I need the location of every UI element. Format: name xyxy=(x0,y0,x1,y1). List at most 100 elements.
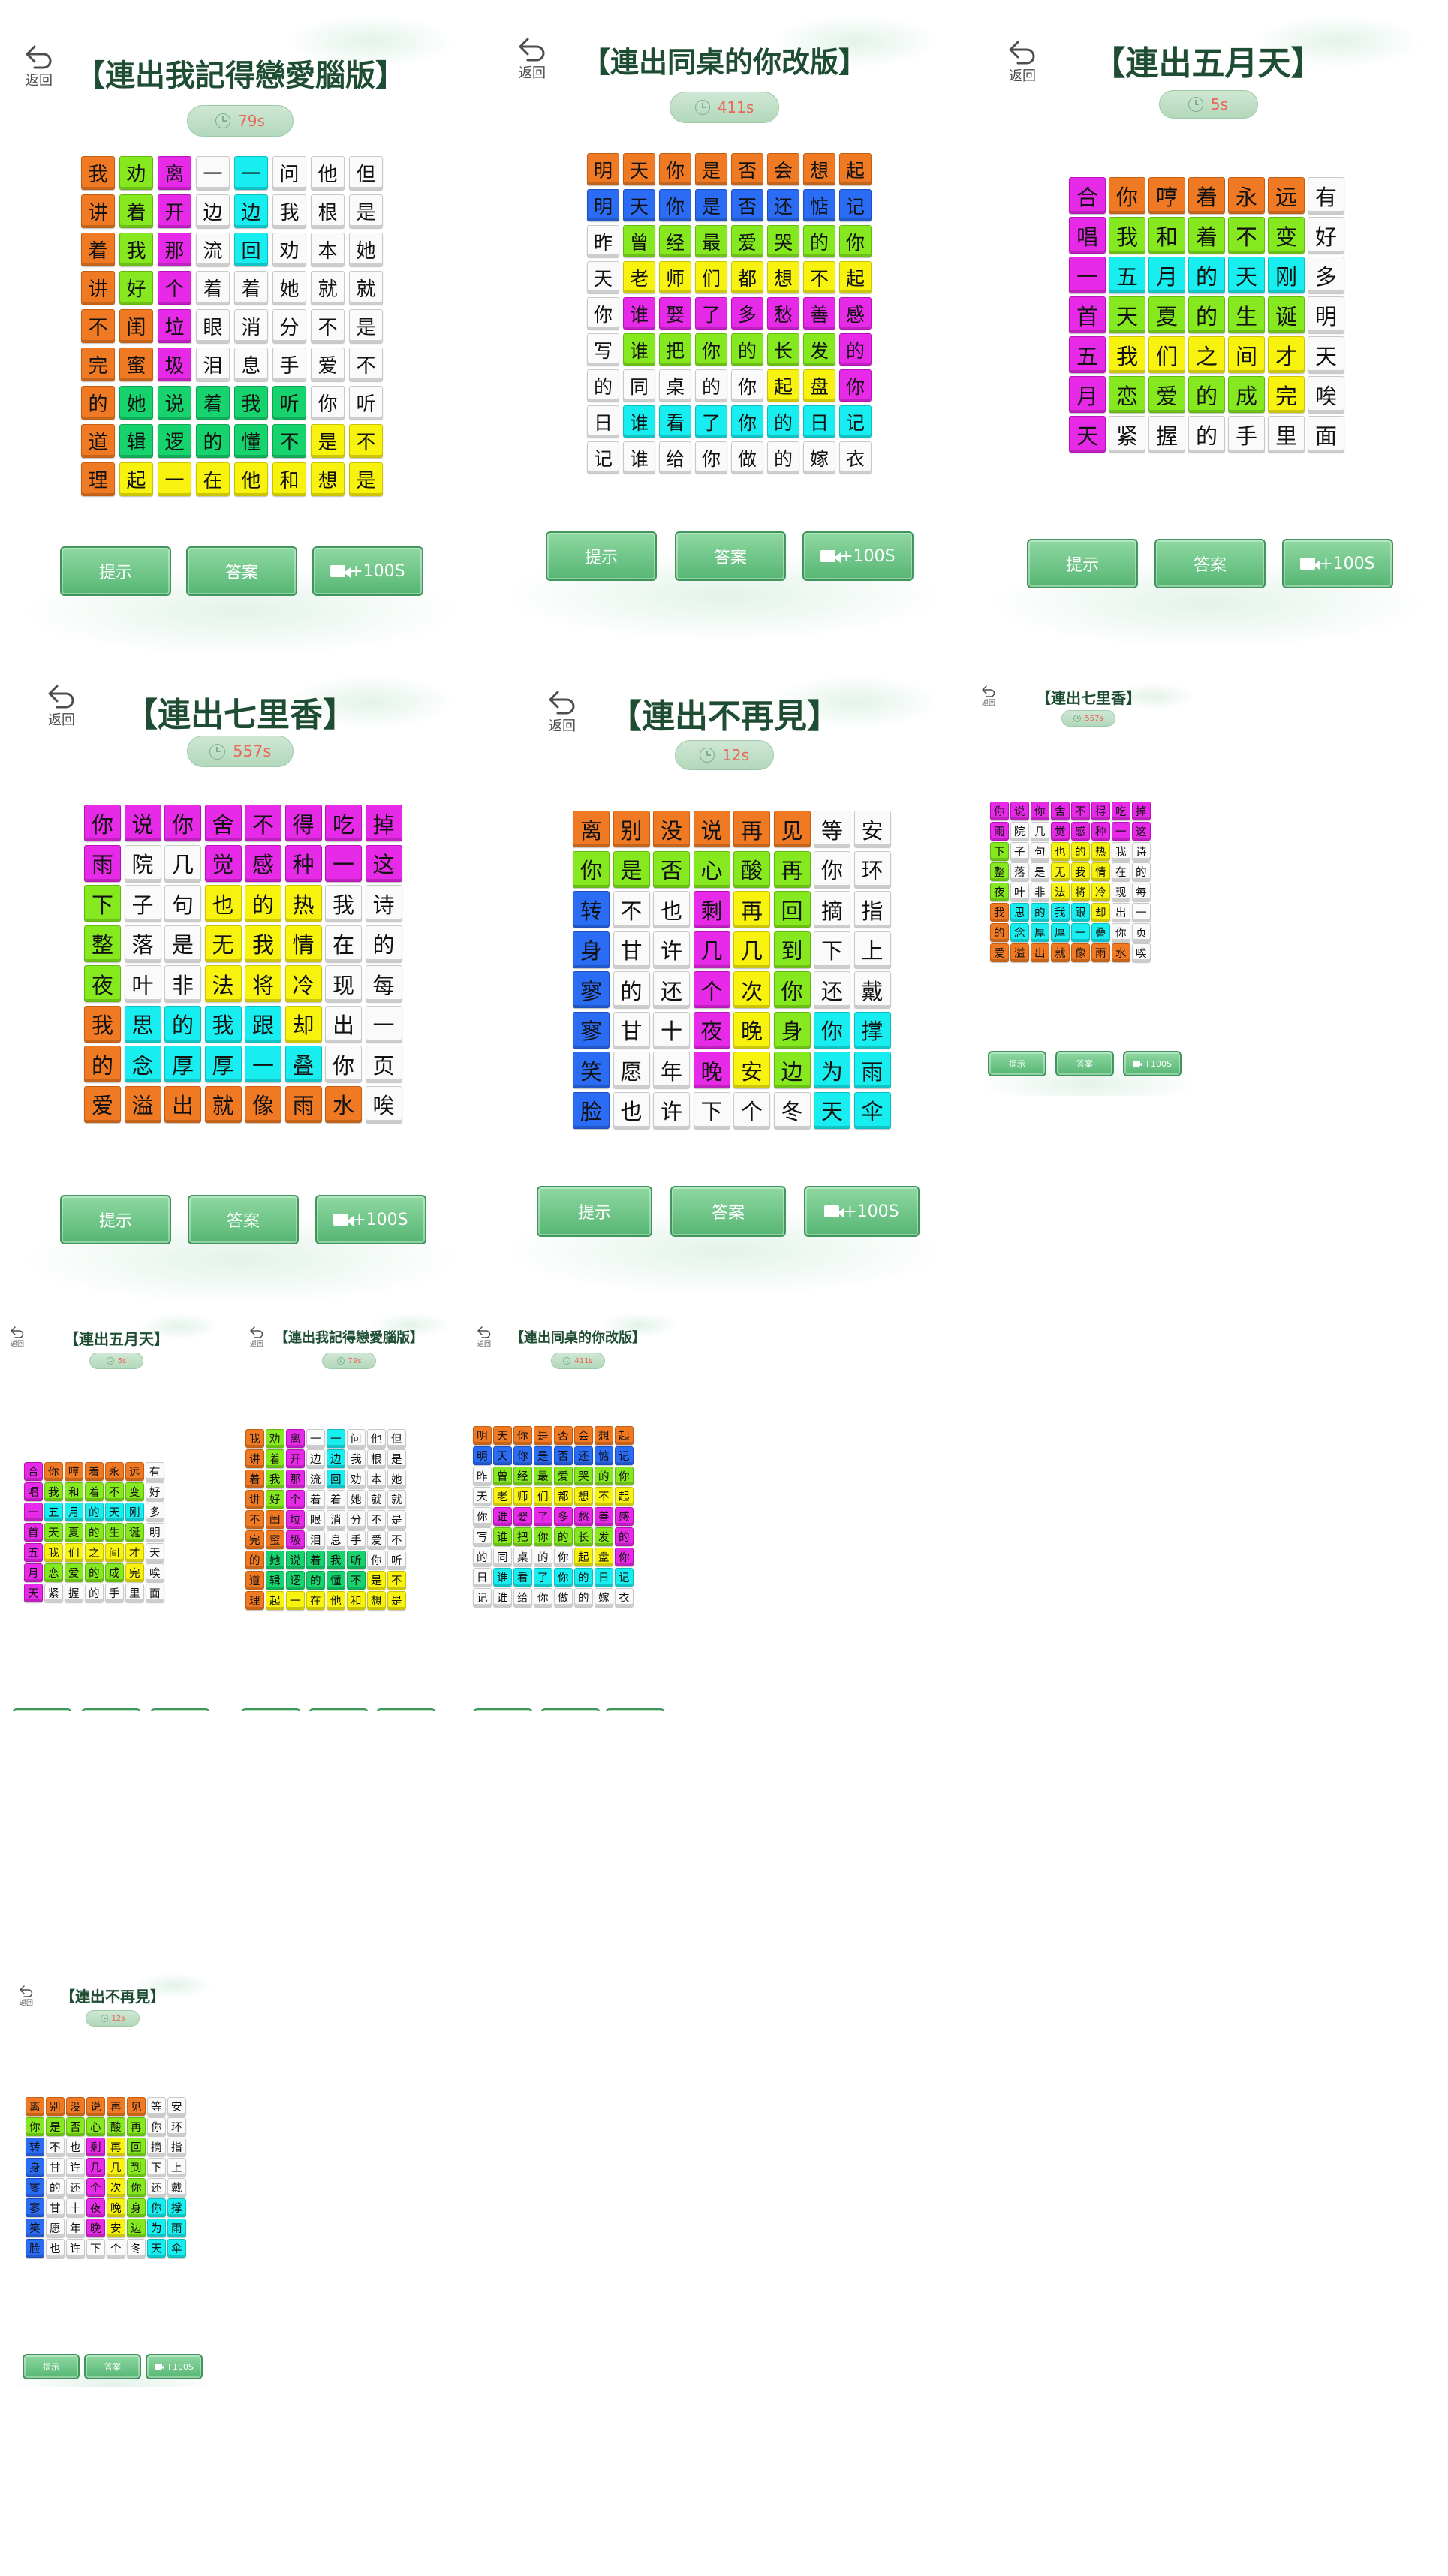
grid-cell[interactable]: 指 xyxy=(167,2138,186,2156)
grid-cell[interactable]: 否 xyxy=(731,153,763,185)
grid-cell[interactable]: 着 xyxy=(1188,177,1225,214)
grid-cell[interactable]: 我 xyxy=(81,156,115,190)
grid-cell[interactable]: 夜 xyxy=(86,2198,105,2217)
grid-cell[interactable]: 厚 xyxy=(1051,923,1070,942)
grid-cell[interactable]: 着 xyxy=(234,271,268,305)
grid-cell[interactable]: 圾 xyxy=(158,348,191,381)
grid-cell[interactable]: 谁 xyxy=(493,1568,512,1587)
grid-cell[interactable]: 嫁 xyxy=(595,1588,613,1607)
grid-cell[interactable]: 明 xyxy=(473,1426,492,1445)
grid-cell[interactable]: 月 xyxy=(1148,257,1185,293)
grid-cell[interactable]: 多 xyxy=(554,1507,573,1526)
grid-cell[interactable]: 一 xyxy=(365,1005,402,1043)
grid-cell[interactable]: 伞 xyxy=(167,2239,186,2258)
answer-button[interactable]: 答案 xyxy=(670,1186,786,1237)
grid-cell[interactable]: 爱 xyxy=(367,1530,386,1549)
grid-cell[interactable]: 溢 xyxy=(1010,943,1029,962)
grid-cell[interactable]: 种 xyxy=(284,844,322,882)
grid-cell[interactable]: 边 xyxy=(234,194,268,228)
grid-cell[interactable]: 页 xyxy=(1132,923,1151,942)
grid-cell[interactable]: 笑 xyxy=(573,1052,610,1088)
grid-cell[interactable]: 寥 xyxy=(26,2178,44,2197)
grid-cell[interactable]: 不 xyxy=(347,1571,366,1590)
grid-cell[interactable]: 谁 xyxy=(493,1507,512,1526)
grid-cell[interactable]: 安 xyxy=(853,811,891,847)
grid-cell[interactable]: 你 xyxy=(659,153,691,185)
grid-cell[interactable]: 的 xyxy=(990,923,1009,942)
grid-cell[interactable]: 水 xyxy=(1112,943,1130,962)
grid-cell[interactable]: 雨 xyxy=(990,822,1009,841)
grid-cell[interactable]: 雨 xyxy=(853,1052,891,1088)
grid-cell[interactable]: 是 xyxy=(613,850,650,888)
grid-cell[interactable]: 伞 xyxy=(853,1091,891,1129)
grid-cell[interactable]: 着 xyxy=(245,1470,264,1488)
grid-cell[interactable]: 叶 xyxy=(124,965,161,1002)
grid-cell[interactable]: 你 xyxy=(84,805,121,841)
grid-cell[interactable]: 也 xyxy=(653,891,690,928)
grid-cell[interactable]: 就 xyxy=(311,271,345,305)
grid-cell[interactable]: 一 xyxy=(1112,822,1130,841)
grid-cell[interactable]: 再 xyxy=(733,891,770,928)
grid-cell[interactable]: 五 xyxy=(1109,257,1145,293)
hint-button[interactable]: 提示 xyxy=(60,546,171,596)
grid-cell[interactable]: 逻 xyxy=(158,424,191,458)
grid-cell[interactable]: 讲 xyxy=(81,194,115,228)
grid-cell[interactable]: 晚 xyxy=(86,2219,105,2237)
grid-cell[interactable]: 转 xyxy=(573,891,610,928)
grid-cell[interactable]: 你 xyxy=(26,2117,44,2136)
grid-cell[interactable]: 每 xyxy=(1132,883,1151,901)
grid-cell[interactable]: 想 xyxy=(311,462,345,496)
grid-cell[interactable]: 我 xyxy=(1071,862,1090,881)
grid-cell[interactable]: 一 xyxy=(327,1429,345,1448)
grid-cell[interactable]: 身 xyxy=(127,2198,146,2217)
grid-cell[interactable]: 甘 xyxy=(46,2198,65,2217)
grid-cell[interactable]: 就 xyxy=(204,1085,242,1123)
grid-cell[interactable]: 懂 xyxy=(327,1571,345,1590)
answer-button[interactable]: 答案 xyxy=(186,546,297,596)
grid-cell[interactable]: 叠 xyxy=(1091,923,1110,942)
grid-cell[interactable]: 你 xyxy=(127,2178,146,2197)
grid-cell[interactable]: 唉 xyxy=(365,1085,402,1123)
grid-cell[interactable]: 否 xyxy=(554,1426,573,1445)
grid-cell[interactable]: 酸 xyxy=(107,2117,125,2136)
answer-button[interactable]: 答案 xyxy=(309,1708,369,1711)
grid-cell[interactable]: 你 xyxy=(659,189,691,221)
grid-cell[interactable]: 离 xyxy=(573,811,610,847)
grid-cell[interactable]: 们 xyxy=(695,261,727,293)
grid-cell[interactable]: 边 xyxy=(127,2219,146,2237)
grid-cell[interactable]: 雨 xyxy=(1091,943,1110,962)
grid-cell[interactable]: 为 xyxy=(814,1052,850,1088)
grid-cell[interactable]: 情 xyxy=(1091,862,1110,881)
grid-cell[interactable]: 间 xyxy=(1228,336,1265,373)
grid-cell[interactable]: 五 xyxy=(44,1503,63,1521)
grid-cell[interactable]: 一 xyxy=(158,462,191,496)
grid-cell[interactable]: 我 xyxy=(1112,842,1130,861)
grid-cell[interactable]: 许 xyxy=(66,2239,85,2258)
grid-cell[interactable]: 都 xyxy=(554,1487,573,1506)
grid-cell[interactable]: 笑 xyxy=(26,2219,44,2237)
grid-cell[interactable]: 不 xyxy=(1228,217,1265,254)
grid-cell[interactable]: 下 xyxy=(814,931,850,968)
grid-cell[interactable]: 几 xyxy=(733,931,770,968)
grid-cell[interactable]: 的 xyxy=(613,971,650,1008)
grid-cell[interactable]: 晚 xyxy=(733,1011,770,1049)
grid-cell[interactable]: 五 xyxy=(24,1543,43,1562)
grid-cell[interactable]: 不 xyxy=(349,348,383,381)
grid-cell[interactable]: 他 xyxy=(367,1429,386,1448)
grid-cell[interactable]: 院 xyxy=(124,844,161,882)
grid-cell[interactable]: 天 xyxy=(147,2239,166,2258)
grid-cell[interactable]: 道 xyxy=(81,424,115,458)
grid-cell[interactable]: 首 xyxy=(1069,296,1106,333)
grid-cell[interactable]: 有 xyxy=(1308,177,1344,214)
grid-cell[interactable]: 愁 xyxy=(574,1507,593,1526)
grid-cell[interactable]: 年 xyxy=(653,1052,690,1088)
grid-cell[interactable]: 十 xyxy=(66,2198,85,2217)
grid-cell[interactable]: 说 xyxy=(86,2097,105,2116)
grid-cell[interactable]: 个 xyxy=(158,271,191,305)
grid-cell[interactable]: 得 xyxy=(1091,802,1110,820)
grid-cell[interactable]: 舍 xyxy=(204,805,242,841)
watch-ad-bonus-button[interactable]: +100S xyxy=(315,1195,426,1244)
grid-cell[interactable]: 的 xyxy=(81,386,115,420)
grid-cell[interactable]: 爱 xyxy=(554,1467,573,1485)
grid-cell[interactable]: 得 xyxy=(284,805,322,841)
